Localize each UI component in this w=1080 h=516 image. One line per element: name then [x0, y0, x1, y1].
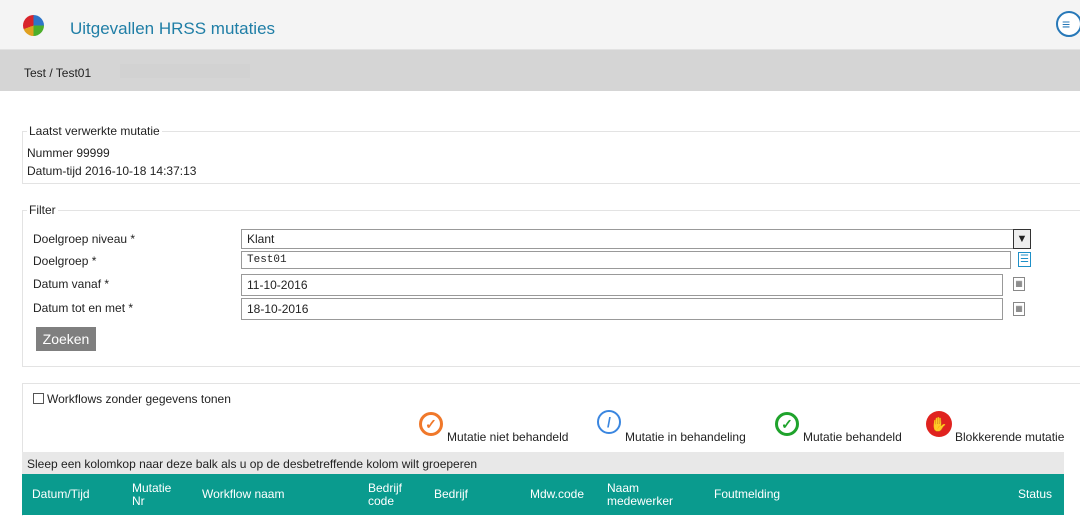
datum-tot-label: Datum tot en met *	[33, 301, 134, 315]
mutation-number: Nummer 99999	[27, 146, 110, 160]
list-picker-icon[interactable]: ☰	[1018, 252, 1031, 267]
column-header-foutmelding[interactable]: Foutmelding	[714, 488, 780, 501]
group-by-hint: Sleep een kolomkop naar deze balk als u …	[27, 457, 478, 471]
column-header-mdw-code[interactable]: Mdw.code	[530, 488, 584, 501]
legend-label: Mutatie in behandeling	[625, 430, 746, 444]
datum-vanaf-field[interactable]: 11-10-2016	[241, 274, 1003, 296]
column-header-datum-tijd[interactable]: Datum/Tijd	[32, 488, 90, 501]
stop-hand-red-icon: ✋	[926, 411, 952, 437]
column-header-status[interactable]: Status	[1018, 488, 1052, 501]
group-by-bar[interactable]: Sleep een kolomkop naar deze balk als u …	[22, 452, 1064, 474]
check-circle-green-icon: ✓	[775, 412, 799, 436]
table-header: Datum/Tijd Mutatie Nr Workflow naam Bedr…	[22, 474, 1064, 515]
datum-vanaf-label: Datum vanaf *	[33, 277, 110, 291]
column-header-mutatie-nr[interactable]: Mutatie Nr	[132, 482, 184, 508]
mutation-datetime: Datum-tijd 2016-10-18 14:37:13	[27, 164, 197, 178]
doelgroep-label: Doelgroep *	[33, 254, 97, 268]
last-mutation-legend: Laatst verwerkte mutatie	[29, 124, 160, 138]
search-button[interactable]: Zoeken	[36, 327, 96, 351]
doelgroep-niveau-label: Doelgroep niveau *	[33, 232, 136, 246]
page-title: Uitgevallen HRSS mutaties	[70, 19, 276, 38]
breadcrumb-bar: Test / Test01	[0, 50, 1080, 91]
breadcrumb: Test / Test01	[24, 66, 92, 80]
legend-label: Blokkerende mutatie	[955, 430, 1065, 444]
workflows-checkbox-label: Workflows zonder gegevens tonen	[47, 392, 231, 406]
legend-label: Mutatie niet behandeld	[447, 430, 569, 444]
redacted-area	[120, 64, 250, 78]
doelgroep-niveau-select[interactable]: Klant ▼	[241, 229, 1031, 249]
column-header-bedrijf[interactable]: Bedrijf	[434, 488, 468, 501]
workflows-checkbox[interactable]	[33, 393, 44, 404]
menu-icon[interactable]: ≡	[1056, 11, 1080, 37]
calendar-icon[interactable]: ▦	[1013, 277, 1025, 291]
chevron-down-icon[interactable]: ▼	[1013, 229, 1031, 249]
legend-label: Mutatie behandeld	[803, 430, 902, 444]
column-header-workflow-naam[interactable]: Workflow naam	[202, 488, 284, 501]
datum-tot-field[interactable]: 18-10-2016	[241, 298, 1003, 320]
doelgroep-field[interactable]: Test01	[241, 251, 1011, 269]
column-header-bedrijf-code[interactable]: Bedrijf code	[368, 482, 418, 508]
pencil-circle-blue-icon: /	[597, 410, 621, 434]
check-circle-orange-icon: ✓	[419, 412, 443, 436]
pie-chart-logo-icon	[23, 15, 44, 36]
column-header-naam-medewerker[interactable]: Naam medewerker	[607, 482, 687, 508]
doelgroep-niveau-value: Klant	[247, 232, 275, 246]
title-bar: Uitgevallen HRSS mutaties ≡	[0, 0, 1080, 50]
filter-legend: Filter	[29, 203, 56, 217]
calendar-icon[interactable]: ▦	[1013, 302, 1025, 316]
